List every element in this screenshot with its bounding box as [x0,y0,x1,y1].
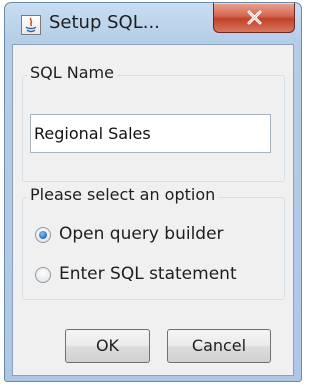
sql-name-input[interactable] [30,114,271,153]
close-icon [247,10,262,25]
title-bar[interactable]: Setup SQL... [5,3,301,45]
close-button[interactable] [213,3,295,33]
open-query-builder-label[interactable]: Open query builder [59,224,224,244]
dialog-body: SQL Name Please select an option Open qu… [12,44,294,376]
sql-name-group: SQL Name [22,63,285,182]
open-query-builder-radio[interactable] [35,227,51,243]
option-group-label: Please select an option [27,185,219,204]
enter-sql-statement-label[interactable]: Enter SQL statement [59,264,237,284]
window-title: Setup SQL... [49,12,160,33]
enter-sql-statement-radio[interactable] [35,267,51,283]
ok-button[interactable]: OK [65,329,150,363]
java-app-icon[interactable] [21,15,41,35]
sql-name-label: SQL Name [27,63,117,82]
cancel-button[interactable]: Cancel [167,329,271,363]
option-group: Please select an option Open query build… [22,185,285,300]
setup-sql-dialog: Setup SQL... SQL Name Please select an o… [4,2,302,382]
